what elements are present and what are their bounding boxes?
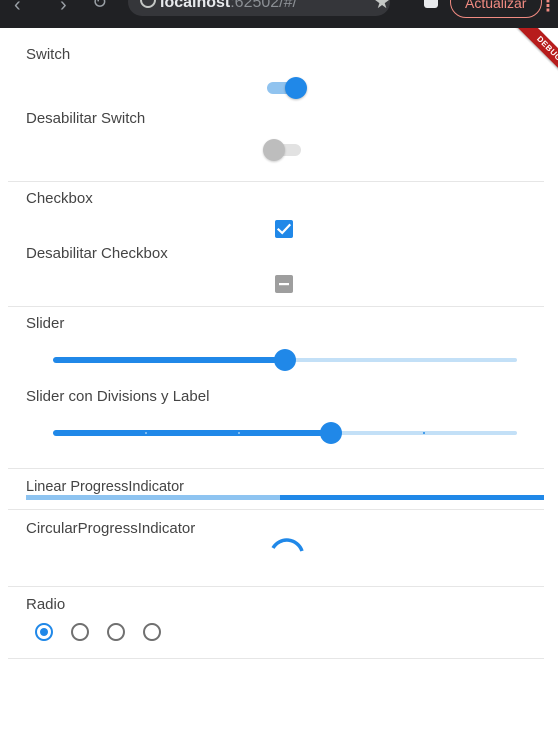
- circular-progress-label: CircularProgressIndicator: [26, 520, 196, 537]
- linear-progress-label: Linear ProgressIndicator: [26, 479, 184, 495]
- radio-option-1[interactable]: [35, 623, 53, 641]
- forward-icon[interactable]: ›: [60, 0, 67, 17]
- address-suffix: :62502/#/: [230, 0, 297, 11]
- slider-active-track: [53, 430, 331, 436]
- slider-active-track: [53, 357, 285, 363]
- slider-thumb[interactable]: [274, 349, 296, 371]
- debug-banner-label: DEBUG: [512, 28, 558, 78]
- linear-progress-indicator: [26, 495, 544, 500]
- address-text: localhost:62502/#/: [160, 0, 297, 12]
- circular-progress-indicator: [271, 538, 304, 552]
- linear-progress-buffer: [26, 495, 280, 500]
- address-host: localhost: [160, 0, 231, 11]
- slider[interactable]: [53, 348, 517, 372]
- disabled-switch-toggle: [263, 139, 305, 161]
- slider-division-tick: [145, 432, 147, 434]
- switch-thumb: [285, 77, 307, 99]
- update-button[interactable]: Actualizar: [450, 0, 542, 18]
- switch-toggle[interactable]: [267, 77, 307, 99]
- radio-selected-dot: [40, 628, 48, 636]
- divider: [8, 586, 544, 587]
- slider-with-divisions[interactable]: [53, 421, 517, 445]
- disabled-checkbox: [275, 275, 293, 293]
- disabled-switch-label: Desabilitar Switch: [26, 110, 146, 127]
- divider: [8, 658, 544, 659]
- slider-division-tick: [423, 432, 425, 434]
- browser-toolbar: ‹ › ↻ localhost:62502/#/ ★ Actualizar ⋮: [0, 0, 558, 28]
- minus-icon: [279, 283, 289, 286]
- reload-icon[interactable]: ↻: [92, 0, 107, 13]
- disabled-checkbox-label: Desabilitar Checkbox: [26, 245, 168, 262]
- bookmark-star-icon[interactable]: ★: [374, 0, 390, 13]
- address-bar[interactable]: localhost:62502/#/: [128, 0, 390, 16]
- checkbox[interactable]: [275, 220, 293, 238]
- radio-option-3[interactable]: [107, 623, 125, 641]
- back-icon[interactable]: ‹: [14, 0, 21, 17]
- switch-label: Switch: [26, 46, 71, 63]
- site-info-icon[interactable]: [140, 0, 156, 8]
- radio-label: Radio: [26, 596, 66, 613]
- checkbox-label: Checkbox: [26, 190, 93, 207]
- slider-division-tick: [238, 432, 240, 434]
- more-menu-icon[interactable]: ⋮: [540, 0, 556, 16]
- divider: [8, 306, 544, 307]
- slider-label: Slider: [26, 315, 65, 332]
- check-icon: [276, 223, 292, 235]
- divider: [8, 181, 544, 182]
- update-button-label: Actualizar: [465, 0, 527, 11]
- profile-icon[interactable]: [424, 0, 438, 8]
- divider: [8, 468, 544, 469]
- disabled-switch-thumb: [263, 139, 285, 161]
- radio-option-4[interactable]: [143, 623, 161, 641]
- radio-option-2[interactable]: [71, 623, 89, 641]
- slider-thumb[interactable]: [320, 422, 342, 444]
- divider: [8, 509, 544, 510]
- slider-divisions-label: Slider con Divisions y Label: [26, 388, 210, 405]
- debug-banner: DEBUG: [508, 28, 558, 78]
